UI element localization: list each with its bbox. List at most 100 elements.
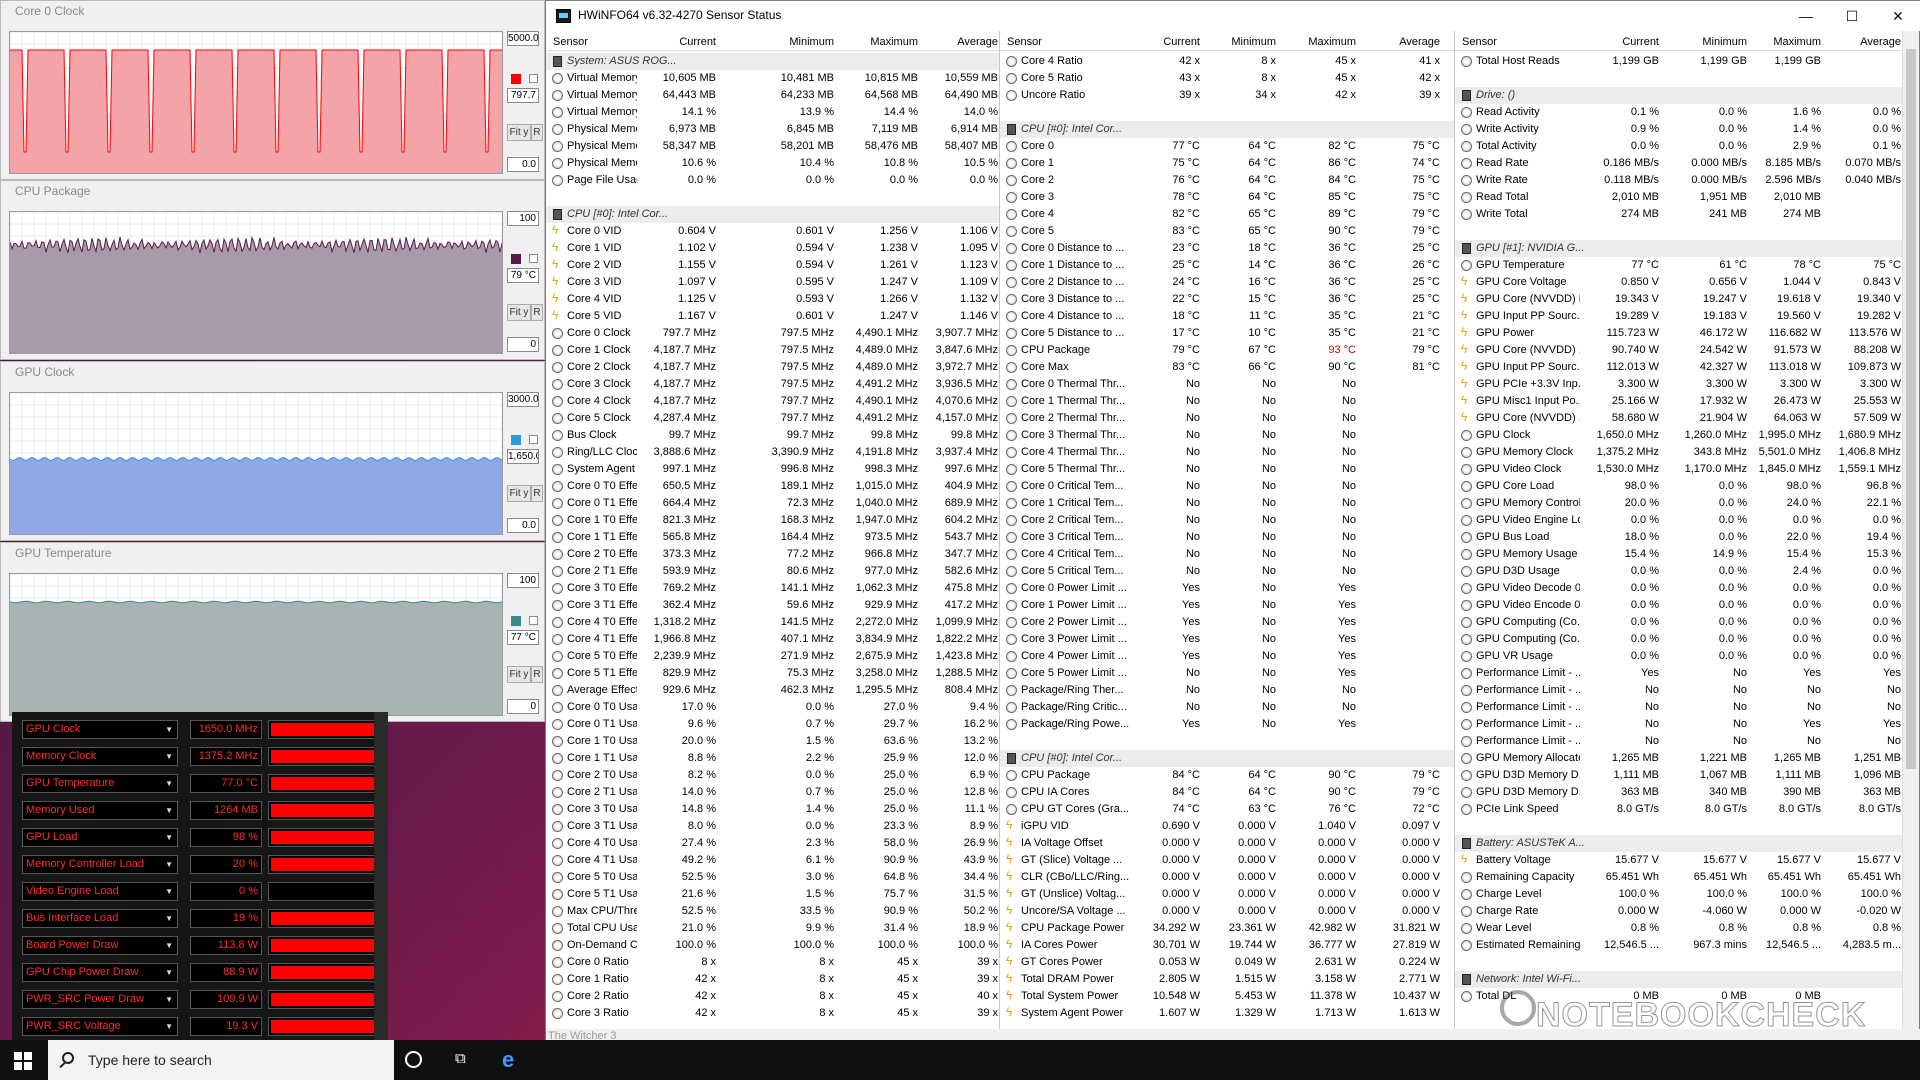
- table-row[interactable]: ϟ Battery Voltage 15.677 V 15.677 V 15.677 V…: [1455, 852, 1903, 869]
- table-row[interactable]: Core 1 Critical Tem... No No No: [1000, 495, 1454, 512]
- table-row[interactable]: ϟ Total DRAM Power 2.805 W 1.515 W 3.158 W 2.…: [1000, 971, 1454, 988]
- task-view-icon[interactable]: ⧉: [455, 1050, 475, 1068]
- graph-max-value[interactable]: 100: [507, 573, 539, 588]
- graph-max-value[interactable]: 3000.0: [507, 392, 539, 407]
- table-row[interactable]: ϟ Total System Power 10.548 W 5.453 W 11.378…: [1000, 988, 1454, 1005]
- table-row[interactable]: Core 2 Ratio 42 x 8 x 45 x 40 x: [546, 988, 999, 1005]
- osd-sensor-select[interactable]: Memory Clock ▼: [22, 747, 178, 766]
- graph-color-swatch[interactable]: [511, 254, 521, 264]
- table-row[interactable]: ϟ iGPU VID 0.690 V 0.000 V 1.040 V 0.097 V: [1000, 818, 1454, 835]
- table-row[interactable]: On-Demand Clock ... 100.0 % 100.0 % 100.0 %…: [546, 937, 999, 954]
- table-row[interactable]: Core 2 76 °C 64 °C 84 °C 75 °C: [1000, 172, 1454, 189]
- scrollbar-thumb[interactable]: [1906, 49, 1916, 769]
- osd-sensor-select[interactable]: GPU Chip Power Draw ▼: [22, 963, 178, 982]
- table-row[interactable]: Core 5 83 °C 65 °C 90 °C 79 °C: [1000, 223, 1454, 240]
- table-row[interactable]: Core 4 Clock 4,187.7 MHz 797.7 MHz 4,490.1 …: [546, 393, 999, 410]
- table-row[interactable]: ϟ GPU Misc1 Input Po... 25.166 W 17.932 W 26…: [1455, 393, 1903, 410]
- header-sensor[interactable]: Sensor: [1462, 36, 1497, 48]
- table-row[interactable]: GPU Computing (Co... 0.0 % 0.0 % 0.0 % 0.0 %: [1455, 614, 1903, 631]
- table-row[interactable]: GPU Video Encode 0 ... 0.0 % 0.0 % 0.0 % 0.0…: [1455, 597, 1903, 614]
- cortana-icon[interactable]: [405, 1051, 422, 1068]
- table-row[interactable]: ϟ GPU PCIe +3.3V Inp... 3.300 W 3.300 W 3.30…: [1455, 376, 1903, 393]
- table-header[interactable]: Sensor Current Minimum Maximum Average: [1000, 34, 1454, 51]
- table-row[interactable]: Performance Limit - ... Yes No Yes Yes: [1455, 665, 1903, 682]
- table-row[interactable]: GPU D3D Memory D... 1,111 MB 1,067 MB 1,111…: [1455, 767, 1903, 784]
- table-row[interactable]: Core 0 Thermal Thr... No No No: [1000, 376, 1454, 393]
- table-row[interactable]: Core 4 T1 Effective... 1,966.8 MHz 407.1 M…: [546, 631, 999, 648]
- table-row[interactable]: Estimated Remaining... 12,546.5 ... 967.3 …: [1455, 937, 1903, 954]
- table-row[interactable]: Charge Level 100.0 % 100.0 % 100.0 % 100.0 %: [1455, 886, 1903, 903]
- table-row[interactable]: Core 4 82 °C 65 °C 89 °C 79 °C: [1000, 206, 1454, 223]
- table-row[interactable]: Write Total 274 MB 241 MB 274 MB: [1455, 206, 1903, 223]
- table-row[interactable]: Bus Clock 99.7 MHz 99.7 MHz 99.8 MHz 99.8 MH…: [546, 427, 999, 444]
- table-row[interactable]: Read Total 2,010 MB 1,951 MB 2,010 MB: [1455, 189, 1903, 206]
- table-row[interactable]: CPU IA Cores 84 °C 64 °C 90 °C 79 °C: [1000, 784, 1454, 801]
- table-row[interactable]: Core 0 Distance to ... 23 °C 18 °C 36 °C 25 …: [1000, 240, 1454, 257]
- graph-min-value[interactable]: 0.0: [507, 518, 539, 533]
- title-bar[interactable]: HWiNFO64 v6.32-4270 Sensor Status — ☐ ✕: [546, 1, 1920, 31]
- table-row[interactable]: Core 1 Thermal Thr... No No No: [1000, 393, 1454, 410]
- table-row[interactable]: Core 1 T1 Usage 8.8 % 2.2 % 25.9 % 12.0 %: [546, 750, 999, 767]
- table-row[interactable]: Core Max 83 °C 66 °C 90 °C 81 °C: [1000, 359, 1454, 376]
- table-row[interactable]: ϟ CPU Package Power 34.292 W 23.361 W 42.982…: [1000, 920, 1454, 937]
- fit-y-button[interactable]: Fit y: [507, 666, 531, 683]
- windows-start-icon[interactable]: [14, 1052, 32, 1070]
- table-row[interactable]: Wear Level 0.8 % 0.8 % 0.8 % 0.8 %: [1455, 920, 1903, 937]
- header-current[interactable]: Current: [1152, 36, 1200, 48]
- vertical-scrollbar[interactable]: [1902, 31, 1919, 1029]
- sensor-group-header[interactable]: GPU [#1]: NVIDIA G...: [1455, 240, 1903, 257]
- table-row[interactable]: Core 2 T1 Effective... 593.9 MHz 80.6 MHz 9…: [546, 563, 999, 580]
- table-row[interactable]: Core 3 Distance to ... 22 °C 15 °C 36 °C 25 …: [1000, 291, 1454, 308]
- table-row[interactable]: Virtual Memory Load 14.1 % 13.9 % 14.4 % 14.…: [546, 104, 999, 121]
- sensor-group-header[interactable]: Battery: ASUSTeK A...: [1455, 835, 1903, 852]
- table-row[interactable]: ϟ GT Cores Power 0.053 W 0.049 W 2.631 W 0.22…: [1000, 954, 1454, 971]
- table-row[interactable]: Write Activity 0.9 % 0.0 % 1.4 % 0.0 %: [1455, 121, 1903, 138]
- table-row[interactable]: Core 4 Thermal Thr... No No No: [1000, 444, 1454, 461]
- table-row[interactable]: GPU Video Clock 1,530.0 MHz 1,170.0 MHz 1,8…: [1455, 461, 1903, 478]
- table-row[interactable]: Physical Memory Av... 58,347 MB 58,201 MB 5…: [546, 138, 999, 155]
- table-row[interactable]: GPU Memory Control... 20.0 % 0.0 % 24.0 % 22…: [1455, 495, 1903, 512]
- table-row[interactable]: Core 4 T1 Usage 49.2 % 6.1 % 90.9 % 43.9 %: [546, 852, 999, 869]
- table-row[interactable]: CPU Package 84 °C 64 °C 90 °C 79 °C: [1000, 767, 1454, 784]
- table-row[interactable]: Core 2 Thermal Thr... No No No: [1000, 410, 1454, 427]
- graph-color-swatch[interactable]: [511, 616, 521, 626]
- table-row[interactable]: Core 4 Ratio 42 x 8 x 45 x 41 x: [1000, 53, 1454, 70]
- table-row[interactable]: GPU Video Decode 0... 0.0 % 0.0 % 0.0 % 0.0 …: [1455, 580, 1903, 597]
- table-row[interactable]: Core 3 Critical Tem... No No No: [1000, 529, 1454, 546]
- table-row[interactable]: Core 0 T1 Effective... 664.4 MHz 72.3 MHz 1…: [546, 495, 999, 512]
- table-row[interactable]: Core 0 Ratio 8 x 8 x 45 x 39 x: [546, 954, 999, 971]
- table-row[interactable]: Core 3 Thermal Thr... No No No: [1000, 427, 1454, 444]
- header-current[interactable]: Current: [668, 36, 716, 48]
- graph-show-checkbox[interactable]: [529, 435, 538, 444]
- table-row[interactable]: ϟ GPU Core (NVVDD) ... 58.680 W 21.904 W 64.…: [1455, 410, 1903, 427]
- table-row[interactable]: CPU GT Cores (Gra... 74 °C 63 °C 76 °C 72 °C: [1000, 801, 1454, 818]
- table-row[interactable]: Physical Memory Load 10.6 % 10.4 % 10.8 % 10…: [546, 155, 999, 172]
- header-maximum[interactable]: Maximum: [1300, 36, 1356, 48]
- table-row[interactable]: Core 0 77 °C 64 °C 82 °C 75 °C: [1000, 138, 1454, 155]
- table-row[interactable]: Core 0 T1 Usage 9.6 % 0.7 % 29.7 % 16.2 %: [546, 716, 999, 733]
- table-row[interactable]: Core 4 T0 Usage 27.4 % 2.3 % 58.0 % 26.9 %: [546, 835, 999, 852]
- header-minimum[interactable]: Minimum: [1695, 36, 1747, 48]
- table-row[interactable]: Core 1 Power Limit ... Yes No Yes: [1000, 597, 1454, 614]
- table-row[interactable]: Core 5 Critical Tem... No No No: [1000, 563, 1454, 580]
- table-row[interactable]: Average Effective ... 929.6 MHz 462.3 MHz 1…: [546, 682, 999, 699]
- table-row[interactable]: Physical Memory Used 6,973 MB 6,845 MB 7,11…: [546, 121, 999, 138]
- table-row[interactable]: CPU Package 79 °C 67 °C 93 °C 79 °C: [1000, 342, 1454, 359]
- sensor-group-header[interactable]: CPU [#0]: Intel Cor...: [1000, 750, 1454, 767]
- table-row[interactable]: Core 1 75 °C 64 °C 86 °C 74 °C: [1000, 155, 1454, 172]
- graph-min-value[interactable]: 0.0: [507, 157, 539, 172]
- table-row[interactable]: Core 0 T0 Effective... 650.5 MHz 189.1 MHz…: [546, 478, 999, 495]
- graph-show-checkbox[interactable]: [529, 254, 538, 263]
- table-row[interactable]: Core 2 T0 Effective... 373.3 MHz 77.2 MHz 9…: [546, 546, 999, 563]
- table-row[interactable]: Core 2 Critical Tem... No No No: [1000, 512, 1454, 529]
- table-row[interactable]: ϟ Core 0 VID 0.604 V 0.601 V 1.256 V 1.106 V: [546, 223, 999, 240]
- table-row[interactable]: Read Rate 0.186 MB/s 0.000 MB/s 8.185 MB/s 0…: [1455, 155, 1903, 172]
- header-minimum[interactable]: Minimum: [782, 36, 834, 48]
- table-row[interactable]: Page File Usage 0.0 % 0.0 % 0.0 % 0.0 %: [546, 172, 999, 189]
- table-row[interactable]: Total Host Reads 1,199 GB 1,199 GB 1,199 GB: [1455, 53, 1903, 70]
- table-row[interactable]: ϟ GT (Unslice) Voltag... 0.000 V 0.000 V 0.0…: [1000, 886, 1454, 903]
- table-row[interactable]: Core 3 Power Limit ... Yes No Yes: [1000, 631, 1454, 648]
- table-row[interactable]: Core 2 Clock 4,187.7 MHz 797.5 MHz 4,489.0 …: [546, 359, 999, 376]
- graph-window-1[interactable]: Core 0 Clock 5000.0 797.7 MHz Fit yR 0.0: [0, 0, 545, 180]
- table-row[interactable]: ϟ GPU Input PP Sourc... 112.013 W 42.327 W 1…: [1455, 359, 1903, 376]
